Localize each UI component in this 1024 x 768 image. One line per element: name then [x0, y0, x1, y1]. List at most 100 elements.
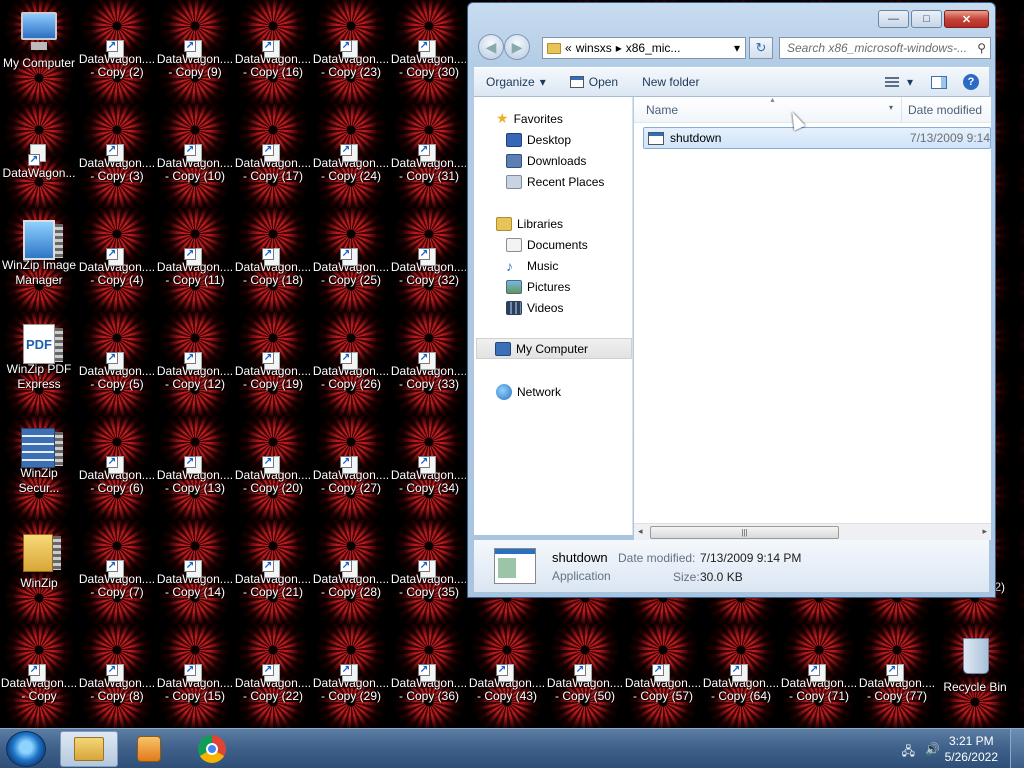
horizontal-scrollbar[interactable]: ◂ ||| ▸ — [634, 523, 991, 540]
column-name[interactable]: Name — [646, 103, 678, 117]
preview-pane-icon[interactable] — [931, 75, 947, 89]
breadcrumb-winsxs[interactable]: winsxs — [576, 41, 612, 55]
organize-button[interactable]: Organize ▾ — [474, 68, 558, 96]
desktop-shortcut[interactable]: ↗ DataWagon.... - Copy (3) — [78, 104, 156, 184]
address-bar[interactable]: « winsxs ▸ x86_mic... ▾ — [542, 37, 746, 59]
help-icon[interactable]: ? — [963, 74, 979, 90]
column-name-dropdown-icon[interactable]: ▾ — [889, 103, 893, 112]
desktop-shortcut[interactable]: ↗ DataWagon.... - Copy (4) — [78, 208, 156, 288]
volume-icon[interactable]: 🔊 — [925, 742, 940, 763]
nav-videos[interactable]: Videos — [506, 297, 563, 318]
desktop-shortcut[interactable]: ↗ DataWagon.... - Copy (23) — [312, 0, 390, 80]
desktop-shortcut[interactable]: ↗ DataWagon.... - Copy (35) — [390, 520, 468, 600]
search-icon[interactable]: ⚲ — [977, 38, 986, 58]
desktop-shortcut[interactable]: ↗ DataWagon.... - Copy (36) — [390, 624, 468, 704]
desktop-shortcut[interactable]: ↗ DataWagon.... - Copy (17) — [234, 104, 312, 184]
desktop-icon-winzip-pdf-express[interactable]: PDF WinZip PDF Express — [0, 312, 78, 392]
desktop-shortcut[interactable]: ↗ DataWagon.... - Copy (57) — [624, 624, 702, 704]
desktop-shortcut[interactable]: ↗ DataWagon.... - Copy (33) — [390, 312, 468, 392]
explorer-window[interactable]: — □ ✕ ◀ ▶ « winsxs ▸ x86_mic... ▾ ↻ Sear… — [467, 2, 996, 598]
desktop-shortcut[interactable]: ↗ DataWagon.... - Copy (11) — [156, 208, 234, 288]
desktop-shortcut[interactable]: ↗ DataWagon.... - Copy (29) — [312, 624, 390, 704]
search-input[interactable]: Search x86_microsoft-windows-... ⚲ — [779, 37, 991, 59]
desktop-shortcut[interactable]: ↗ DataWagon.... - Copy (16) — [234, 0, 312, 80]
taskbar-chrome-button[interactable] — [183, 731, 241, 767]
desktop-shortcut[interactable]: ↗ DataWagon.... - Copy (18) — [234, 208, 312, 288]
desktop-shortcut[interactable]: ↗ DataWagon.... - Copy (20) — [234, 416, 312, 496]
nav-favorites[interactable]: ★ Favorites — [496, 108, 563, 129]
show-desktop-button[interactable] — [1010, 729, 1024, 768]
desktop-shortcut[interactable]: ↗ DataWagon.... - Copy (21) — [234, 520, 312, 600]
desktop-shortcut[interactable]: ↗ DataWagon.... - Copy (10) — [156, 104, 234, 184]
breadcrumb-x86[interactable]: x86_mic... — [626, 41, 681, 55]
desktop-icon-recycle-bin[interactable]: Recycle Bin — [936, 624, 1014, 704]
desktop-shortcut[interactable]: ↗ DataWagon.... - Copy (26) — [312, 312, 390, 392]
view-options-dropdown-icon[interactable]: ▾ — [907, 75, 913, 89]
desktop-shortcut[interactable]: ↗ DataWagon.... - Copy (7) — [78, 520, 156, 600]
start-button[interactable] — [6, 731, 46, 767]
nav-desktop[interactable]: Desktop — [506, 129, 571, 150]
desktop-shortcut[interactable]: ↗ DataWagon.... - Copy (64) — [702, 624, 780, 704]
taskbar-media-player-button[interactable] — [120, 731, 178, 767]
column-date-modified[interactable]: Date modified — [908, 103, 982, 117]
close-button[interactable]: ✕ — [944, 10, 989, 28]
desktop-shortcut[interactable]: ↗ DataWagon.... - Copy (5) — [78, 312, 156, 392]
desktop-shortcut[interactable]: ↗ DataWagon.... - Copy (22) — [234, 624, 312, 704]
desktop-shortcut[interactable]: ↗ DataWagon.... - Copy (24) — [312, 104, 390, 184]
desktop-icon-winzip-image-manager[interactable]: WinZip Image Manager — [0, 208, 78, 288]
nav-downloads[interactable]: Downloads — [506, 150, 586, 171]
nav-music[interactable]: ♪ Music — [506, 255, 558, 276]
scrollbar-thumb[interactable]: ||| — [650, 526, 839, 539]
refresh-button[interactable]: ↻ — [749, 37, 773, 59]
desktop-shortcut[interactable]: ↗ DataWagon.... - Copy (31) — [390, 104, 468, 184]
nav-libraries[interactable]: Libraries — [496, 213, 563, 234]
desktop-shortcut[interactable]: ↗ DataWagon.... - Copy (8) — [78, 624, 156, 704]
desktop-shortcut[interactable]: ↗ DataWagon.... - Copy (9) — [156, 0, 234, 80]
desktop-shortcut[interactable]: ↗ DataWagon... — [0, 104, 78, 184]
desktop-shortcut[interactable]: ↗ DataWagon.... - Copy (50) — [546, 624, 624, 704]
view-options-icon[interactable] — [884, 76, 899, 88]
open-button[interactable]: Open — [558, 68, 630, 96]
desktop-shortcut[interactable]: ↗ DataWagon.... - Copy (13) — [156, 416, 234, 496]
breadcrumb-overflow[interactable]: « — [565, 41, 572, 55]
desktop-icon-winzip[interactable]: WinZip — [0, 520, 78, 600]
desktop-shortcut[interactable]: ↗ DataWagon.... - Copy (15) — [156, 624, 234, 704]
desktop-shortcut[interactable]: ↗ DataWagon.... - Copy (27) — [312, 416, 390, 496]
desktop-shortcut[interactable]: ↗ DataWagon.... - Copy (12) — [156, 312, 234, 392]
taskbar-explorer-button[interactable] — [60, 731, 118, 767]
desktop-shortcut[interactable]: ↗ DataWagon.... - Copy (32) — [390, 208, 468, 288]
desktop-shortcut[interactable]: ↗ DataWagon.... - Copy (14) — [156, 520, 234, 600]
nav-recent-places[interactable]: Recent Places — [506, 171, 604, 192]
nav-pictures[interactable]: Pictures — [506, 276, 570, 297]
desktop-shortcut[interactable]: ↗ DataWagon.... - Copy (19) — [234, 312, 312, 392]
back-button[interactable]: ◀ — [478, 34, 504, 60]
desktop-icon-my-computer[interactable]: My Computer — [0, 0, 78, 80]
scroll-right-icon[interactable]: ▸ — [982, 526, 987, 537]
desktop-shortcut[interactable]: ↗ DataWagon.... - Copy — [0, 624, 78, 704]
minimize-button[interactable]: — — [878, 10, 909, 28]
desktop-shortcut[interactable]: ↗ DataWagon.... - Copy (6) — [78, 416, 156, 496]
breadcrumb-separator-icon[interactable]: ▸ — [616, 41, 622, 55]
column-separator[interactable] — [901, 97, 902, 123]
desktop-shortcut[interactable]: ↗ DataWagon.... - Copy (71) — [780, 624, 858, 704]
forward-button[interactable]: ▶ — [504, 34, 530, 60]
nav-documents[interactable]: Documents — [506, 234, 588, 255]
desktop-shortcut[interactable]: ↗ DataWagon.... - Copy (34) — [390, 416, 468, 496]
scroll-left-icon[interactable]: ◂ — [638, 526, 643, 537]
nav-network[interactable]: Network — [496, 381, 561, 402]
desktop-shortcut[interactable]: ↗ DataWagon.... - Copy (30) — [390, 0, 468, 80]
address-dropdown-icon[interactable]: ▾ — [734, 41, 740, 55]
file-row[interactable]: shutdown 7/13/2009 9:14 — [643, 127, 991, 149]
desktop-shortcut[interactable]: ↗ DataWagon.... - Copy (25) — [312, 208, 390, 288]
desktop-icon-winzip-secure[interactable]: WinZip Secur... — [0, 416, 78, 496]
clock[interactable]: 3:21 PM 5/26/2022 — [945, 733, 998, 765]
desktop-shortcut[interactable]: ↗ DataWagon.... - Copy (77) — [858, 624, 936, 704]
nav-my-computer[interactable]: My Computer — [476, 338, 632, 359]
file-list[interactable]: ▲ Name ▾ Date modified shutdown 7/13/200… — [634, 97, 991, 535]
desktop-shortcut[interactable]: ↗ DataWagon.... - Copy (2) — [78, 0, 156, 80]
network-icon[interactable]: 🖧 — [902, 742, 915, 763]
desktop-shortcut[interactable]: ↗ DataWagon.... - Copy (28) — [312, 520, 390, 600]
new-folder-button[interactable]: New folder — [630, 68, 711, 96]
desktop-shortcut[interactable]: ↗ DataWagon.... - Copy (43) — [468, 624, 546, 704]
maximize-button[interactable]: □ — [911, 10, 942, 28]
